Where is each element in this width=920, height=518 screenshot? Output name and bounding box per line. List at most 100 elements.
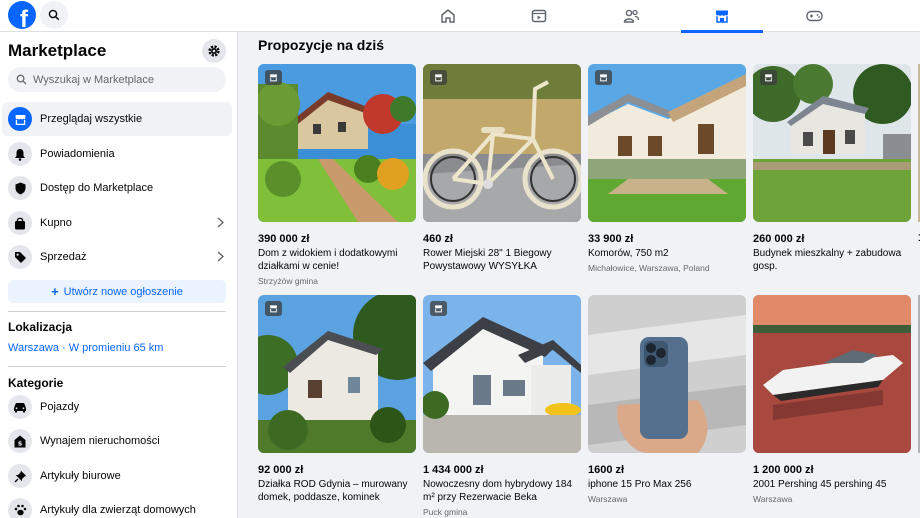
listing-card[interactable]: 260 000 zł Budynek mieszkalny + zabudowa… [753,64,911,276]
listing-price: 1600 zł [588,464,625,476]
video-icon [531,9,547,23]
search-icon [48,9,60,21]
listing-location: Puck gmina [423,507,468,517]
listing-location: Strzyżów gmina [258,276,318,286]
categories-heading: Kategorie [8,376,64,390]
storefront-icon [8,107,32,131]
sidebar-item-label: Sprzedaż [40,251,87,263]
chevron-right-icon [217,217,224,228]
listing-title: Rower Miejski 28" 1 Biegowy Powystawowy … [423,248,552,272]
bell-icon [8,142,32,166]
category-label: Pojazdy [40,401,80,413]
category-label: Artykuły biurowe [40,470,121,482]
sidebar-item-selling[interactable]: Sprzedaż [2,240,232,274]
storefront-badge-icon [760,70,777,85]
listing-title: Nowoczesny dom hybrydowy 184 m² przy Rez… [423,479,572,503]
shield-icon [8,176,32,200]
sidebar-item-buying[interactable]: Kupno [2,206,232,240]
storefront-badge-icon [265,301,282,316]
location-heading: Lokalizacja [8,320,73,334]
marketplace-search[interactable] [8,67,226,92]
listing-title: Budynek mieszkalny + zabudowa gosp. [753,248,902,272]
listing-photo[interactable] [588,295,746,453]
tab-gaming[interactable] [773,0,855,32]
search-button[interactable] [40,1,68,29]
category-label: Artykuły dla zwierząt domowych [40,504,196,516]
facebook-logo[interactable]: f [8,1,36,29]
category-office-supplies[interactable]: Artykuły biurowe [2,459,232,493]
marketplace-icon [716,10,728,23]
listing-photo[interactable] [753,295,911,453]
tab-marketplace[interactable] [681,0,763,33]
paw-icon [8,498,32,518]
create-listing-button[interactable]: + Utwórz nowe ogłoszenie [8,280,226,303]
listing-price: 92 000 zł [258,464,304,476]
sidebar-item-notifications[interactable]: Powiadomienia [2,137,232,171]
listing-photo[interactable] [423,295,581,453]
top-navigation-bar: f [0,0,920,33]
listing-card[interactable]: 1 200 000 zł 2001 Pershing 45 pershing 4… [753,295,911,505]
category-label: Wynajem nieruchomości [40,435,160,447]
listing-photo[interactable] [753,64,911,222]
settings-button[interactable] [202,39,226,63]
listing-card[interactable]: 33 900 zł Komorów, 750 m2 Michałowice, W… [588,64,746,274]
car-icon [8,395,32,419]
listing-title: 2001 Pershing 45 pershing 45 [753,479,887,490]
facebook-logo-letter: f [20,6,28,30]
listing-card[interactable]: 460 zł Rower Miejski 28" 1 Biegowy Powys… [423,64,581,276]
pin-icon [8,464,32,488]
listing-photo[interactable] [588,64,746,222]
marketplace-sidebar: Marketplace Przeglądaj wszystkie Powiado… [0,32,238,518]
category-vehicles[interactable]: Pojazdy [2,390,232,424]
listing-price: 1 200 000 zł [753,464,814,476]
divider [8,311,226,312]
friends-icon [623,9,639,23]
storefront-badge-icon [265,70,282,85]
chevron-right-icon [217,251,224,262]
listing-card[interactable]: 1600 zł iphone 15 Pro Max 256 Warszawa [588,295,746,505]
listing-photo[interactable] [258,295,416,453]
sidebar-title: Marketplace [8,41,107,60]
sidebar-item-label: Kupno [40,217,72,229]
sidebar-item-label: Przeglądaj wszystkie [40,113,143,125]
bag-icon [8,211,32,235]
sidebar-item-browse-all[interactable]: Przeglądaj wszystkie [2,102,232,136]
listing-card[interactable]: 1 434 000 zł Nowoczesny dom hybrydowy 18… [423,295,581,518]
listing-price: 460 zł [423,233,453,245]
tag-icon [8,245,32,269]
listing-photo[interactable] [258,64,416,222]
category-property-rentals[interactable]: $ Wynajem nieruchomości [2,424,232,458]
listing-card[interactable]: 390 000 zł Dom z widokiem i dodatkowymi … [258,64,416,287]
sidebar-item-label: Powiadomienia [40,148,115,160]
listing-title: Komorów, 750 m2 [588,248,669,259]
gaming-icon [805,10,823,22]
listing-photo[interactable] [423,64,581,222]
listing-title: Dom z widokiem i dodatkowymi działkami w… [258,248,398,272]
storefront-badge-icon [430,70,447,85]
listing-location: Michałowice, Warszawa, Poland [588,263,710,273]
gear-icon [208,45,220,57]
listing-card[interactable]: 92 000 zł Działka ROD Gdynia – murowany … [258,295,416,507]
storefront-badge-icon [595,70,612,85]
listing-title: Działka ROD Gdynia – murowany domek, pod… [258,479,408,503]
sidebar-item-marketplace-access[interactable]: Dostęp do Marketplace [2,171,232,205]
svg-text:$: $ [18,439,23,447]
listing-price: 260 000 zł [753,233,805,245]
location-filter-link[interactable]: Warszawa · W promieniu 65 km [8,342,163,354]
tab-friends[interactable] [590,0,672,32]
create-listing-label: Utwórz nowe ogłoszenie [63,285,183,298]
storefront-badge-icon [430,301,447,316]
listing-price: 33 900 zł [588,233,634,245]
house-dollar-icon: $ [8,429,32,453]
search-icon [16,74,27,85]
todays-picks-heading: Propozycje na dziś [258,37,385,53]
divider [8,366,226,367]
listing-location: Warszawa [588,494,628,504]
tab-home[interactable] [407,0,489,32]
listing-price: 390 000 zł [258,233,310,245]
marketplace-search-input[interactable] [33,73,213,86]
listing-location: Warszawa [753,494,793,504]
listing-price: 1 434 000 zł [423,464,484,476]
category-pet-supplies[interactable]: Artykuły dla zwierząt domowych [2,493,232,518]
tab-video[interactable] [498,0,580,32]
